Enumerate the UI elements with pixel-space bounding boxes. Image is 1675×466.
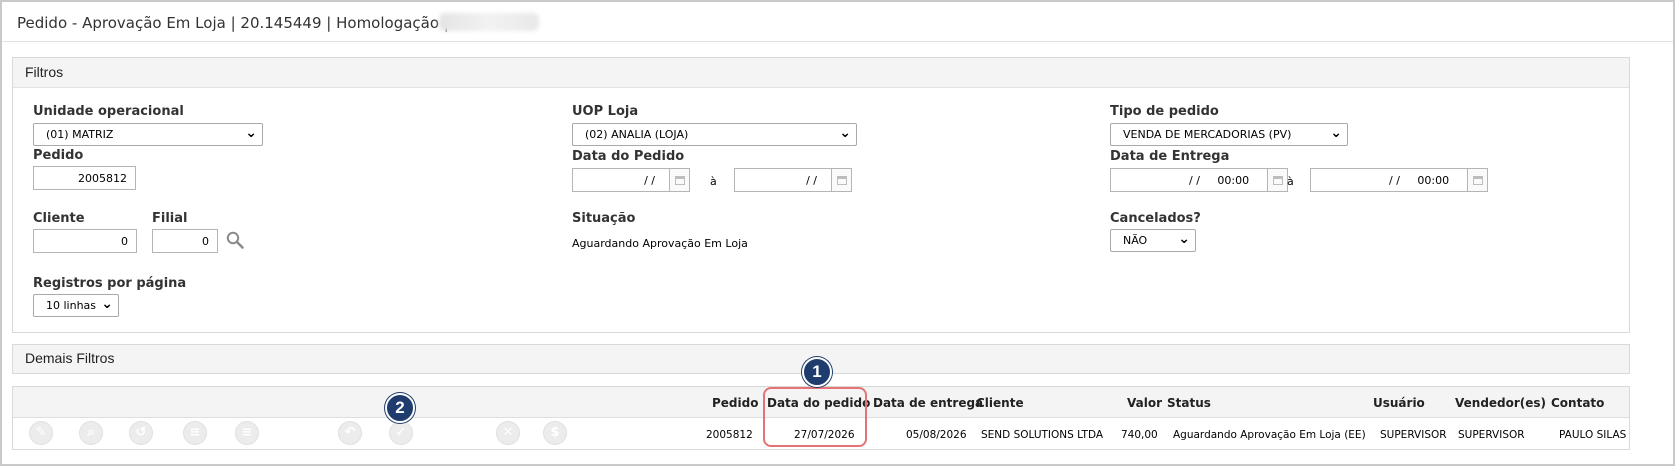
- calendar-icon: [1473, 176, 1483, 185]
- unidade-operacional-select[interactable]: (01) MATRIZ ⌄: [33, 123, 263, 146]
- search-icon[interactable]: [226, 231, 244, 249]
- data-pedido-separator: à: [710, 175, 717, 188]
- col-pedido[interactable]: Pedido: [712, 396, 758, 410]
- calendar-icon: [675, 176, 685, 185]
- tipo-pedido-label: Tipo de pedido: [1110, 104, 1219, 119]
- cell-pedido[interactable]: 2005812: [706, 429, 753, 441]
- annotation-badge-2: 2: [385, 393, 415, 423]
- data-entrega-to-input[interactable]: / / 00:00: [1310, 168, 1468, 192]
- unidade-operacional-label: Unidade operacional: [33, 104, 184, 119]
- cell-data-entrega[interactable]: 05/08/2026: [906, 429, 967, 441]
- data-entrega-separator: à: [1287, 175, 1294, 188]
- pedido-label: Pedido: [33, 148, 84, 163]
- cancel-icon[interactable]: ✕: [496, 421, 520, 445]
- calendar-icon: [837, 176, 847, 185]
- approve-icon[interactable]: ✓: [389, 421, 413, 445]
- situacao-value: Aguardando Aprovação Em Loja: [572, 237, 748, 250]
- uop-loja-select[interactable]: (02) ANALIA (LOJA) ⌄: [572, 123, 857, 146]
- title-bar: Pedido - Aprovação Em Loja | 20.145449 |…: [2, 2, 1673, 42]
- data-entrega-label: Data de Entrega: [1110, 149, 1230, 164]
- cell-status[interactable]: Aguardando Aprovação Em Loja (EE): [1173, 429, 1366, 441]
- pedido-input[interactable]: 2005812: [33, 166, 136, 190]
- chevron-down-icon: ⌄: [1330, 125, 1342, 141]
- blurred-company-name: [439, 13, 539, 31]
- cell-valor[interactable]: 740,00: [1121, 429, 1158, 441]
- col-contato[interactable]: Contato: [1551, 396, 1604, 410]
- cancelados-label: Cancelados?: [1110, 211, 1201, 226]
- chevron-down-icon: ⌄: [839, 125, 851, 141]
- cliente-label: Cliente: [33, 211, 85, 226]
- annotation-badge-1: 1: [802, 357, 832, 387]
- filial-input[interactable]: 0: [152, 229, 218, 253]
- data-entrega-from-calendar-button[interactable]: [1267, 168, 1288, 192]
- data-pedido-label: Data do Pedido: [572, 149, 685, 164]
- col-usuario[interactable]: Usuário: [1373, 396, 1425, 410]
- cell-usuario[interactable]: SUPERVISOR: [1380, 429, 1447, 441]
- tipo-pedido-select[interactable]: VENDA DE MERCADORIAS (PV) ⌄: [1110, 123, 1348, 146]
- cell-vendedor[interactable]: SUPERVISOR: [1458, 429, 1525, 441]
- uop-loja-label: UOP Loja: [572, 104, 639, 119]
- chevron-down-icon: ⌄: [245, 125, 257, 141]
- data-pedido-from-input[interactable]: / /: [572, 168, 670, 192]
- cell-cliente[interactable]: SEND SOLUTIONS LTDA: [981, 429, 1103, 441]
- col-status[interactable]: Status: [1167, 396, 1211, 410]
- chevron-down-icon: ⌄: [101, 296, 113, 312]
- list-icon[interactable]: ≡: [183, 421, 207, 445]
- col-vendedores[interactable]: Vendedor(es): [1455, 396, 1546, 410]
- history-icon[interactable]: ↺: [129, 421, 153, 445]
- registros-select[interactable]: 10 linhas ⌄: [33, 294, 119, 317]
- col-data-entrega[interactable]: Data de entrega: [873, 396, 983, 410]
- list-icon[interactable]: ≡: [235, 421, 259, 445]
- money-icon[interactable]: $: [543, 421, 567, 445]
- data-entrega-to-calendar-button[interactable]: [1467, 168, 1488, 192]
- data-pedido-to-input[interactable]: / /: [734, 168, 832, 192]
- cliente-input[interactable]: 0: [33, 229, 137, 253]
- col-cliente[interactable]: Cliente: [976, 396, 1024, 410]
- edit-icon[interactable]: ✎: [29, 421, 53, 445]
- cell-contato[interactable]: PAULO SILAS: [1559, 429, 1626, 441]
- search-icon[interactable]: ⌕: [79, 421, 103, 445]
- filial-label: Filial: [152, 211, 188, 226]
- filters-header[interactable]: Filtros: [13, 58, 1629, 88]
- calendar-icon: [1273, 176, 1283, 185]
- highlight-box: [763, 387, 867, 447]
- cancelados-select[interactable]: NÃO ⌄: [1110, 229, 1196, 252]
- filters-panel: Filtros: [12, 57, 1630, 333]
- data-pedido-from-calendar-button[interactable]: [669, 168, 690, 192]
- undo-icon[interactable]: ↶: [338, 421, 362, 445]
- page-title: Pedido - Aprovação Em Loja | 20.145449 |…: [17, 14, 449, 32]
- situacao-label: Situação: [572, 211, 636, 226]
- data-pedido-to-calendar-button[interactable]: [831, 168, 852, 192]
- col-valor[interactable]: Valor: [1127, 396, 1162, 410]
- chevron-down-icon: ⌄: [1178, 231, 1190, 247]
- data-entrega-from-input[interactable]: / / 00:00: [1110, 168, 1268, 192]
- registros-label: Registros por página: [33, 276, 187, 291]
